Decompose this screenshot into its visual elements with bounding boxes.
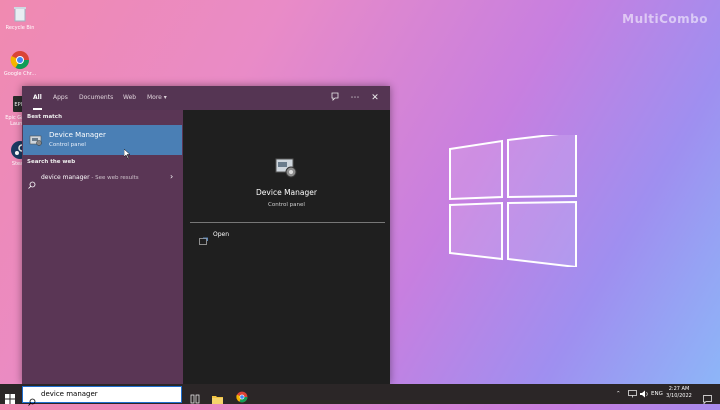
web-query: device manager bbox=[41, 174, 90, 181]
language-indicator[interactable]: ENG bbox=[651, 384, 663, 404]
tab-all[interactable]: All bbox=[33, 86, 42, 110]
notifications-icon[interactable] bbox=[703, 389, 712, 408]
detail-title: Device Manager bbox=[256, 188, 317, 197]
web-heading: Search the web bbox=[27, 159, 76, 165]
device-manager-icon bbox=[29, 132, 43, 151]
detail-divider bbox=[190, 222, 385, 223]
clock-date: 3/10/2022 bbox=[666, 393, 692, 399]
file-explorer-icon[interactable] bbox=[212, 389, 223, 408]
watermark: MultiCombo bbox=[622, 12, 708, 26]
start-windows-icon[interactable] bbox=[5, 389, 15, 408]
best-match-subtitle: Control panel bbox=[49, 142, 86, 148]
chevron-right-icon[interactable]: › bbox=[170, 172, 173, 181]
chrome-icon bbox=[10, 50, 30, 70]
search-tabs-bar: All Apps Documents Web More ▾ ⋯ ✕ bbox=[22, 86, 390, 110]
close-icon[interactable]: ✕ bbox=[369, 92, 381, 104]
open-action[interactable]: Open bbox=[197, 229, 377, 245]
result-detail-pane: Device Manager Control panel Open bbox=[187, 110, 390, 384]
feedback-icon[interactable] bbox=[329, 92, 341, 104]
search-icon bbox=[28, 391, 36, 410]
chrome-taskbar-icon[interactable] bbox=[236, 388, 248, 407]
search-panel: All Apps Documents Web More ▾ ⋯ ✕ Best m… bbox=[22, 86, 390, 384]
desktop-icon-recycle-bin[interactable]: Recycle Bin bbox=[2, 4, 38, 31]
best-match-title: Device Manager bbox=[49, 131, 106, 139]
device-manager-large-icon bbox=[273, 154, 299, 184]
clock[interactable]: 2:27 AM 3/10/2022 bbox=[666, 386, 692, 400]
web-result-text: device manager - See web results bbox=[41, 174, 139, 181]
desktop-icon-label: Google Chr... bbox=[3, 71, 37, 77]
results-list: Best match Device Manager Control panel … bbox=[22, 110, 183, 384]
mouse-cursor-icon bbox=[123, 144, 132, 163]
best-match-result[interactable]: Device Manager Control panel bbox=[23, 125, 182, 160]
tab-web[interactable]: Web bbox=[123, 86, 136, 110]
volume-icon[interactable] bbox=[640, 384, 649, 404]
web-result[interactable]: device manager - See web results › bbox=[23, 171, 182, 189]
recycle-bin-icon bbox=[10, 4, 30, 24]
tray-up-arrow-icon[interactable]: ⌃ bbox=[616, 384, 621, 404]
desktop-icon-chrome[interactable]: Google Chr... bbox=[2, 50, 38, 77]
best-match-heading: Best match bbox=[27, 114, 62, 120]
web-see-results: - See web results bbox=[89, 175, 139, 181]
windows-logo-wallpaper bbox=[448, 130, 578, 269]
tab-documents[interactable]: Documents bbox=[79, 86, 113, 110]
task-view-icon[interactable] bbox=[190, 389, 200, 408]
network-icon[interactable] bbox=[628, 384, 637, 404]
desktop-icon-label: Recycle Bin bbox=[5, 25, 35, 31]
tab-more-label: More bbox=[147, 94, 162, 101]
taskbar-search-box[interactable]: device manager bbox=[22, 386, 182, 406]
more-options-icon[interactable]: ⋯ bbox=[349, 92, 361, 104]
open-icon bbox=[199, 230, 208, 249]
detail-subtitle: Control panel bbox=[268, 202, 305, 208]
tab-apps[interactable]: Apps bbox=[53, 86, 68, 110]
chevron-down-icon: ▾ bbox=[163, 94, 167, 101]
clock-time: 2:27 AM bbox=[668, 386, 690, 392]
open-label: Open bbox=[213, 231, 230, 238]
search-icon bbox=[28, 174, 36, 193]
tab-more[interactable]: More ▾ bbox=[147, 86, 167, 110]
taskbar-search-value: device manager bbox=[41, 390, 98, 398]
